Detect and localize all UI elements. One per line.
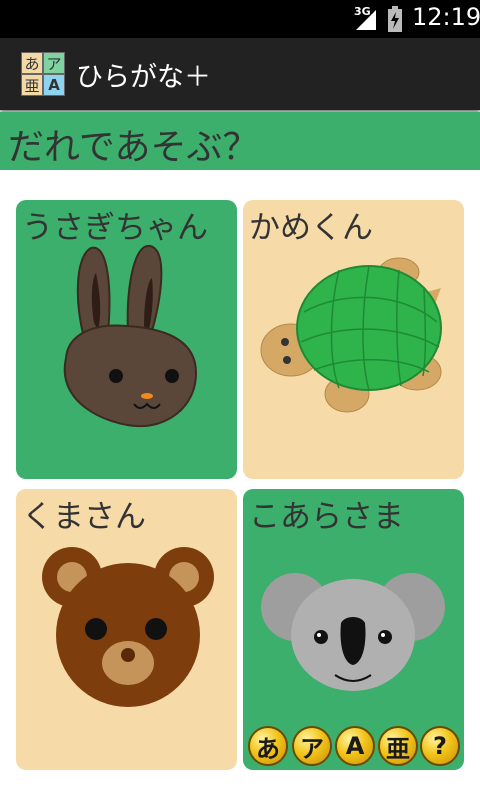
card-label: くまさん	[22, 499, 146, 535]
card-rabbit[interactable]: うさぎちゃん	[16, 200, 237, 479]
card-label: かめくん	[249, 210, 373, 246]
signal-icon	[356, 10, 376, 30]
status-bar: 3G 12:19	[0, 0, 480, 38]
clock: 12:19	[412, 3, 480, 31]
katakana-button[interactable]: ア	[292, 726, 332, 766]
card-label: こあらさま	[249, 499, 404, 535]
app-title: ひらがな＋	[76, 62, 211, 93]
app-icon-katakana: ア	[43, 52, 65, 74]
bear-icon	[42, 547, 214, 707]
mode-buttons: あ ア A 亜 ?	[248, 726, 462, 766]
turtle-icon	[260, 257, 442, 413]
prompt-header: だれであそぶ？	[0, 112, 480, 170]
battery-charging-icon	[388, 6, 402, 32]
help-button[interactable]: ?	[420, 726, 460, 766]
kanji-button[interactable]: 亜	[378, 726, 418, 766]
action-bar: あ ア 亜 A ひらがな＋	[0, 38, 480, 110]
app-icon-kanji: 亜	[21, 74, 43, 96]
app-icon-alphabet: A	[43, 74, 65, 96]
hiragana-button[interactable]: あ	[248, 726, 288, 766]
koala-icon	[261, 573, 445, 691]
prompt-text: だれであそぶ？	[8, 127, 259, 168]
rabbit-icon	[63, 244, 198, 428]
card-bear[interactable]: くまさん	[16, 489, 237, 770]
app-logo-icon[interactable]: あ ア 亜 A	[21, 52, 65, 96]
alphabet-button[interactable]: A	[335, 726, 375, 766]
card-turtle[interactable]: かめくん	[243, 200, 464, 479]
app-icon-hiragana: あ	[21, 52, 43, 74]
